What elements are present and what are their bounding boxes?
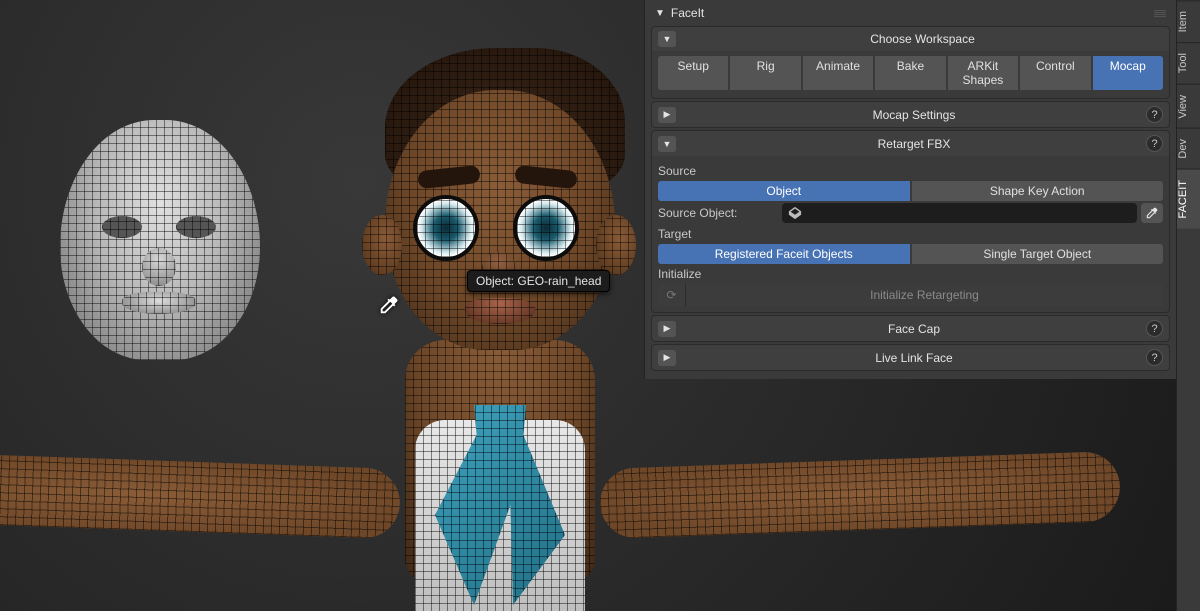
disclosure-right-icon[interactable]: ▶ bbox=[658, 350, 676, 366]
source-object-row: Source Object: bbox=[658, 203, 1163, 223]
section-title: Mocap Settings bbox=[682, 108, 1146, 122]
section-title: Face Cap bbox=[682, 322, 1146, 336]
reference-head-mesh[interactable] bbox=[60, 120, 260, 360]
ref-nose bbox=[142, 248, 176, 286]
section-header[interactable]: ▶ Live Link Face ? bbox=[652, 345, 1169, 370]
section-header[interactable]: ▼ Choose Workspace bbox=[652, 27, 1169, 51]
reload-icon: ⟳ bbox=[658, 284, 686, 306]
source-toggle-shapekey[interactable]: Shape Key Action bbox=[912, 181, 1164, 201]
source-toggle: Object Shape Key Action bbox=[658, 181, 1163, 201]
disclosure-right-icon[interactable]: ▶ bbox=[658, 107, 676, 123]
section-title: Live Link Face bbox=[682, 351, 1146, 365]
help-icon[interactable]: ? bbox=[1146, 320, 1163, 337]
source-object-label: Source Object: bbox=[658, 206, 778, 220]
help-icon[interactable]: ? bbox=[1146, 106, 1163, 123]
source-object-dropdown[interactable] bbox=[782, 203, 1137, 223]
section-mocap-settings: ▶ Mocap Settings ? bbox=[651, 101, 1170, 128]
sidetab-tool[interactable]: Tool bbox=[1177, 42, 1200, 83]
target-toggle-registered[interactable]: Registered Faceit Objects bbox=[658, 244, 910, 264]
drag-grip-icon[interactable] bbox=[1154, 9, 1166, 17]
section-header[interactable]: ▼ Retarget FBX ? bbox=[652, 131, 1169, 156]
char-ear bbox=[362, 215, 402, 275]
char-mouth bbox=[465, 298, 535, 324]
disclosure-down-icon[interactable]: ▼ bbox=[658, 136, 676, 152]
tab-rig[interactable]: Rig bbox=[730, 56, 800, 90]
section-choose-workspace: ▼ Choose Workspace Setup Rig Animate Bak… bbox=[651, 26, 1170, 99]
sidetab-item[interactable]: Item bbox=[1177, 0, 1200, 42]
section-header[interactable]: ▶ Mocap Settings ? bbox=[652, 102, 1169, 127]
disclosure-down-icon[interactable]: ▼ bbox=[658, 31, 676, 47]
char-eye bbox=[513, 195, 579, 261]
eyedropper-button[interactable] bbox=[1141, 203, 1163, 223]
disclosure-down-icon: ▼ bbox=[655, 8, 665, 19]
n-panel-tabs: Item Tool View Dev FACEIT bbox=[1176, 0, 1200, 611]
n-panel: ▼ FaceIt ▼ Choose Workspace Setup Rig An… bbox=[644, 0, 1176, 379]
initialize-button-label: Initialize Retargeting bbox=[686, 288, 1163, 302]
ref-eye bbox=[176, 216, 216, 238]
target-label: Target bbox=[658, 227, 1163, 241]
tab-bake[interactable]: Bake bbox=[875, 56, 945, 90]
initialize-label: Initialize bbox=[658, 267, 1163, 281]
sidetab-dev[interactable]: Dev bbox=[1177, 128, 1200, 169]
tooltip-label: Object: bbox=[476, 274, 514, 288]
hover-tooltip: Object: GEO-rain_head bbox=[467, 270, 610, 292]
tab-arkit-shapes[interactable]: ARKit Shapes bbox=[948, 56, 1018, 90]
section-header[interactable]: ▶ Face Cap ? bbox=[652, 316, 1169, 341]
section-title: Choose Workspace bbox=[682, 32, 1163, 46]
panel-title: FaceIt bbox=[671, 6, 704, 20]
initialize-retargeting-button[interactable]: ⟳ Initialize Retargeting bbox=[658, 284, 1163, 306]
sidetab-view[interactable]: View bbox=[1177, 84, 1200, 129]
section-face-cap: ▶ Face Cap ? bbox=[651, 315, 1170, 342]
section-live-link-face: ▶ Live Link Face ? bbox=[651, 344, 1170, 371]
char-arm bbox=[599, 451, 1121, 539]
source-label: Source bbox=[658, 164, 1163, 178]
section-title: Retarget FBX bbox=[682, 137, 1146, 151]
workspace-tabs: Setup Rig Animate Bake ARKit Shapes Cont… bbox=[658, 56, 1163, 90]
tab-control[interactable]: Control bbox=[1020, 56, 1090, 90]
help-icon[interactable]: ? bbox=[1146, 349, 1163, 366]
help-icon[interactable]: ? bbox=[1146, 135, 1163, 152]
eyedropper-cursor-icon bbox=[378, 294, 400, 316]
ref-eye bbox=[102, 216, 142, 238]
source-toggle-object[interactable]: Object bbox=[658, 181, 910, 201]
char-ear bbox=[596, 215, 636, 275]
sidetab-faceit[interactable]: FACEIT bbox=[1177, 169, 1200, 229]
char-eye bbox=[413, 195, 479, 261]
section-retarget-fbx: ▼ Retarget FBX ? Source Object Shape Key… bbox=[651, 130, 1170, 313]
tab-mocap[interactable]: Mocap bbox=[1093, 56, 1163, 90]
disclosure-right-icon[interactable]: ▶ bbox=[658, 321, 676, 337]
char-arm bbox=[0, 451, 401, 539]
mesh-icon bbox=[788, 206, 802, 220]
tooltip-value: GEO-rain_head bbox=[517, 274, 601, 288]
eyedropper-icon bbox=[1145, 206, 1159, 220]
panel-header[interactable]: ▼ FaceIt bbox=[651, 4, 1170, 26]
target-toggle-single[interactable]: Single Target Object bbox=[912, 244, 1164, 264]
target-toggle: Registered Faceit Objects Single Target … bbox=[658, 244, 1163, 264]
tab-setup[interactable]: Setup bbox=[658, 56, 728, 90]
ref-mouth bbox=[122, 292, 196, 314]
tab-animate[interactable]: Animate bbox=[803, 56, 873, 90]
